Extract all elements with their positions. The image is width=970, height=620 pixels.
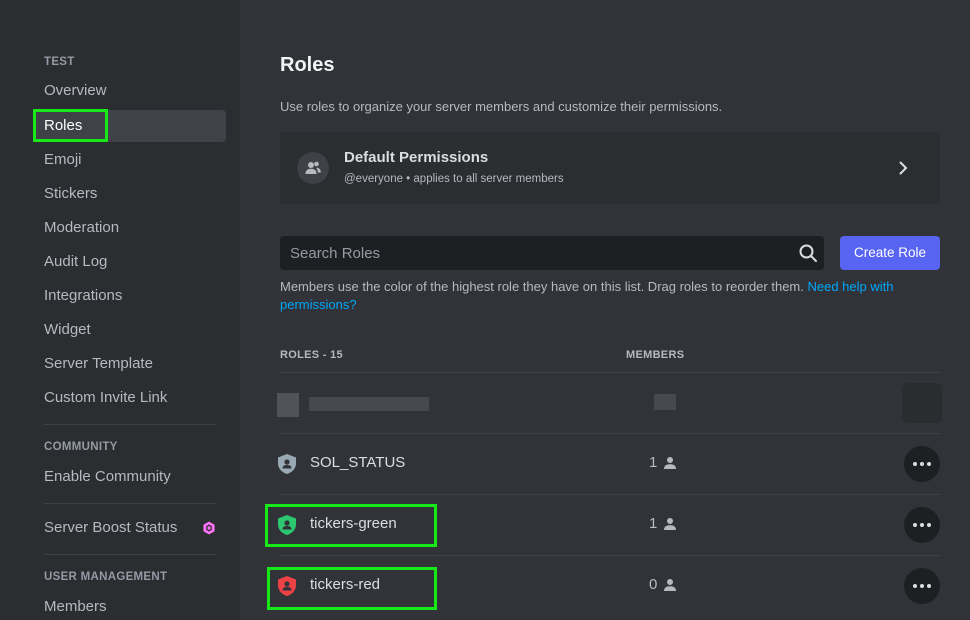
more-options-button[interactable] — [904, 568, 940, 604]
sidebar-item-enable-community[interactable]: Enable Community — [36, 461, 226, 493]
search-roles-box — [280, 236, 824, 270]
sidebar-divider — [44, 503, 216, 504]
chevron-right-icon — [899, 161, 908, 175]
member-count-value: 0 — [649, 576, 658, 593]
redacted-role-name — [309, 397, 429, 411]
search-roles-input[interactable] — [280, 236, 790, 270]
member-count-value: 1 — [649, 454, 658, 471]
role-name: tickers-green — [310, 515, 397, 532]
ellipsis-icon — [913, 462, 931, 466]
role-member-count: 1 — [649, 515, 677, 532]
section-header-community: COMMUNITY — [44, 441, 118, 453]
roles-settings-page: Roles Use roles to organize your server … — [240, 0, 970, 620]
more-options-button[interactable] — [904, 507, 940, 543]
member-count-value: 1 — [649, 515, 658, 532]
sidebar-item-members[interactable]: Members — [36, 591, 226, 620]
sidebar-item-stickers[interactable]: Stickers — [36, 178, 226, 210]
role-row-redacted[interactable] — [276, 373, 946, 433]
sidebar-item-server-template[interactable]: Server Template — [36, 348, 226, 380]
settings-sidebar: TEST Overview Roles Emoji Stickers Moder… — [0, 0, 240, 620]
shield-user-icon — [278, 454, 296, 474]
sidebar-item-roles[interactable]: Roles — [36, 110, 226, 142]
person-icon — [664, 517, 677, 530]
shield-user-icon — [278, 515, 296, 535]
default-permissions-title: Default Permissions — [344, 149, 489, 166]
sidebar-item-moderation[interactable]: Moderation — [36, 212, 226, 244]
person-icon — [664, 456, 677, 469]
roles-hint-text: Members use the color of the highest rol… — [280, 278, 920, 314]
sidebar-divider — [44, 424, 216, 425]
default-permissions-subtitle: @everyone • applies to all server member… — [344, 173, 564, 185]
page-title: Roles — [280, 54, 335, 76]
sidebar-item-server-boost-status[interactable]: Server Boost Status — [36, 512, 226, 544]
sidebar-item-integrations[interactable]: Integrations — [36, 280, 226, 312]
role-row-tickers-red[interactable]: tickers-red 0 — [276, 556, 946, 616]
sidebar-divider — [44, 554, 216, 555]
people-icon — [297, 152, 329, 184]
sidebar-item-label: Server Boost Status — [44, 519, 178, 536]
ellipsis-icon — [913, 584, 931, 588]
column-header-roles: ROLES - 15 — [280, 349, 343, 361]
default-permissions-card[interactable]: Default Permissions @everyone • applies … — [280, 132, 940, 204]
ellipsis-icon — [913, 523, 931, 527]
shield-user-icon — [278, 576, 296, 596]
hint-text: Members use the color of the highest rol… — [280, 279, 808, 294]
sidebar-item-emoji[interactable]: Emoji — [36, 144, 226, 176]
sidebar-item-widget[interactable]: Widget — [36, 314, 226, 346]
column-header-members: MEMBERS — [626, 349, 685, 361]
role-name: SOL_STATUS — [310, 454, 406, 471]
page-subtitle: Use roles to organize your server member… — [280, 99, 723, 114]
sidebar-item-overview[interactable]: Overview — [36, 75, 226, 107]
sidebar-item-audit-log[interactable]: Audit Log — [36, 246, 226, 278]
redacted-more-button — [902, 383, 942, 423]
sidebar-item-custom-invite-link[interactable]: Custom Invite Link — [36, 382, 226, 414]
role-member-count: 0 — [649, 576, 677, 593]
redacted-member-count — [654, 394, 676, 410]
role-row-tickers-green[interactable]: tickers-green 1 — [276, 495, 946, 555]
more-options-button[interactable] — [904, 446, 940, 482]
person-icon — [664, 578, 677, 591]
role-member-count: 1 — [649, 454, 677, 471]
role-row-sol-status[interactable]: SOL_STATUS 1 — [276, 434, 946, 494]
create-role-button[interactable]: Create Role — [840, 236, 940, 270]
redacted-role-icon — [277, 393, 299, 417]
search-icon[interactable] — [798, 243, 818, 263]
role-name: tickers-red — [310, 576, 381, 593]
section-header-test: TEST — [44, 56, 75, 68]
section-header-user-management: USER MANAGEMENT — [44, 571, 168, 583]
nitro-gem-icon — [203, 521, 215, 535]
